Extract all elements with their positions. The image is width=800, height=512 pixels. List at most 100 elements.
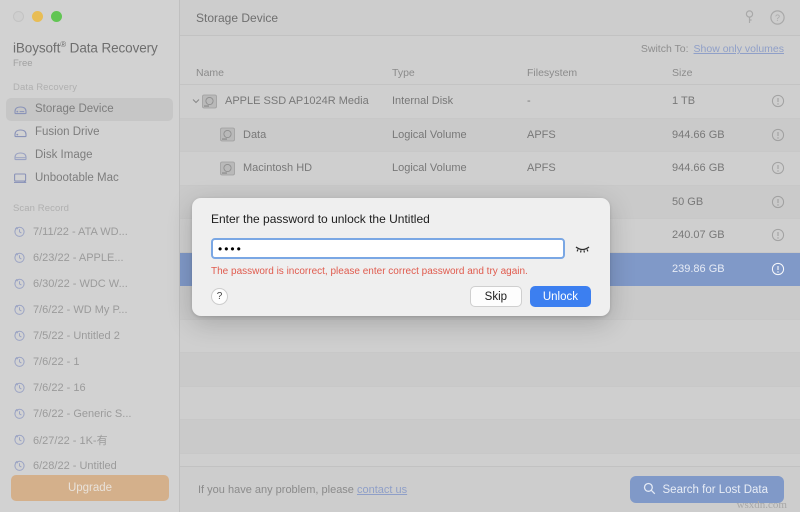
sidebar-section-scan-record: Scan Record — [13, 202, 70, 214]
sidebar-item-label: Unbootable Mac — [35, 172, 119, 184]
table-row-empty — [180, 387, 800, 420]
app-window: iBoysoft® Data Recovery Free Data Recove… — [0, 0, 800, 512]
fusion-drive-icon — [13, 125, 28, 139]
upgrade-button[interactable]: Upgrade — [11, 475, 169, 501]
sidebar-item-label: Fusion Drive — [35, 126, 100, 138]
history-clock-icon — [13, 251, 26, 264]
storage-device-icon — [13, 102, 28, 116]
row-info-button[interactable] — [756, 161, 800, 175]
table-row-empty — [180, 353, 800, 387]
footer-bar: If you have any problem, please contact … — [180, 466, 800, 512]
row-filesystem: - — [527, 95, 531, 108]
info-circle-icon — [771, 228, 785, 242]
volume-icon — [219, 161, 236, 176]
scan-record-item[interactable]: 7/5/22 - Untitled 2 — [0, 323, 179, 349]
dialog-actions: ? Skip Unlock — [211, 286, 591, 307]
brand-name-rest: Data Recovery — [66, 40, 158, 56]
upgrade-container: Upgrade — [0, 475, 180, 512]
brand-plan: Free — [13, 57, 33, 69]
maximize-button[interactable] — [51, 11, 62, 22]
dialog-help-button[interactable]: ? — [211, 288, 228, 305]
column-header-name[interactable]: Name — [180, 67, 392, 79]
table-row[interactable]: Macintosh HD Logical Volume APFS 944.66 … — [180, 152, 800, 186]
sidebar-item-storage-device[interactable]: Storage Device — [6, 97, 173, 121]
scan-record-label: 6/30/22 - WDC W... — [33, 277, 128, 290]
table-row-empty — [180, 420, 800, 454]
row-info-button[interactable] — [756, 262, 800, 276]
row-filesystem: APFS — [527, 162, 556, 175]
row-info-button[interactable] — [756, 228, 800, 242]
table-row[interactable]: APPLE SSD AP1024R Media Internal Disk - … — [180, 85, 800, 119]
search-button-label: Search for Lost Data — [662, 483, 768, 496]
scan-record-item[interactable]: 7/6/22 - 1 — [0, 349, 179, 375]
eye-closed-icon[interactable] — [574, 242, 591, 256]
info-circle-icon — [771, 195, 785, 209]
row-size: 239.86 GB — [672, 262, 725, 275]
svg-text:?: ? — [775, 13, 780, 23]
info-circle-icon — [771, 161, 785, 175]
page-title: Storage Device — [196, 10, 279, 25]
scan-record-label: 7/11/22 - ATA WD... — [33, 225, 128, 238]
sidebar-section-data-recovery: Data Recovery — [13, 81, 78, 93]
dialog-primary-actions: Skip Unlock — [469, 286, 591, 307]
row-name-cell: Data — [180, 127, 392, 142]
scan-record-item[interactable]: 6/30/22 - WDC W... — [0, 271, 179, 297]
unlock-button[interactable]: Unlock — [529, 286, 591, 307]
scan-record-item[interactable]: 7/6/22 - 16 — [0, 375, 179, 401]
row-info-button[interactable] — [756, 195, 800, 209]
password-row: •••• — [211, 238, 591, 259]
row-name-label: APPLE SSD AP1024R Media — [225, 95, 369, 108]
table-row[interactable]: Data Logical Volume APFS 944.66 GB — [180, 118, 800, 152]
scan-record-label: 7/6/22 - Generic S... — [33, 407, 132, 420]
sidebar-item-fusion-drive[interactable]: Fusion Drive — [6, 121, 173, 144]
column-header-filesystem[interactable]: Filesystem — [527, 67, 672, 79]
help-circle-icon[interactable]: ? — [769, 9, 786, 26]
info-circle-icon — [771, 128, 785, 142]
sidebar: iBoysoft® Data Recovery Free Data Recove… — [0, 0, 180, 512]
column-header-size[interactable]: Size — [672, 67, 756, 79]
password-error-message: The password is incorrect, please enter … — [211, 266, 528, 277]
column-header-type[interactable]: Type — [392, 67, 527, 79]
scan-record-label: 7/6/22 - 16 — [33, 381, 86, 394]
row-info-button[interactable] — [756, 94, 800, 108]
scan-record-item[interactable]: 6/27/22 - 1K-有 — [0, 427, 179, 453]
key-icon[interactable] — [741, 9, 758, 26]
show-only-volumes-link[interactable]: Show only volumes — [694, 43, 784, 55]
titlebar-actions: ? — [741, 9, 786, 26]
password-input[interactable]: •••• — [211, 238, 565, 259]
scan-record-item[interactable]: 6/23/22 - APPLE... — [0, 245, 179, 271]
scan-record-label: 6/23/22 - APPLE... — [33, 251, 124, 264]
password-dialog: Enter the password to unlock the Untitle… — [192, 198, 610, 316]
scan-record-label: 7/6/22 - 1 — [33, 355, 80, 368]
history-clock-icon — [13, 329, 26, 342]
row-size: 1 TB — [672, 95, 696, 108]
scan-record-item[interactable]: 7/6/22 - WD My P... — [0, 297, 179, 323]
scan-record-list: 7/11/22 - ATA WD... 6/23/22 - APPLE... 6… — [0, 219, 179, 479]
search-icon — [643, 482, 656, 498]
row-type: Logical Volume — [392, 128, 467, 141]
row-type: Logical Volume — [392, 162, 467, 175]
close-button[interactable] — [13, 11, 24, 22]
dialog-title: Enter the password to unlock the Untitle… — [211, 212, 430, 226]
watermark: wsxdn.com — [736, 499, 787, 511]
scan-record-label: 6/27/22 - 1K-有 — [33, 434, 108, 447]
sidebar-item-unbootable-mac[interactable]: Unbootable Mac — [6, 167, 173, 190]
row-name-cell: Macintosh HD — [180, 161, 392, 176]
row-info-button[interactable] — [756, 128, 800, 142]
history-clock-icon — [13, 225, 26, 238]
history-clock-icon — [13, 381, 26, 394]
skip-button[interactable]: Skip — [469, 286, 522, 307]
sidebar-item-disk-image[interactable]: Disk Image — [6, 144, 173, 167]
scan-record-item[interactable]: 7/6/22 - Generic S... — [0, 401, 179, 427]
history-clock-icon — [13, 459, 26, 472]
scan-record-item[interactable]: 7/11/22 - ATA WD... — [0, 219, 179, 245]
window-controls — [0, 0, 179, 22]
brand: iBoysoft® Data Recovery Free — [0, 22, 179, 69]
minimize-button[interactable] — [32, 11, 43, 22]
contact-us-link[interactable]: contact us — [357, 484, 407, 496]
history-clock-icon — [13, 277, 26, 290]
volume-icon — [219, 127, 236, 142]
scan-record-label: 6/28/22 - Untitled — [33, 459, 117, 472]
chevron-down-icon[interactable] — [190, 98, 201, 104]
sidebar-item-label: Storage Device — [35, 103, 114, 115]
